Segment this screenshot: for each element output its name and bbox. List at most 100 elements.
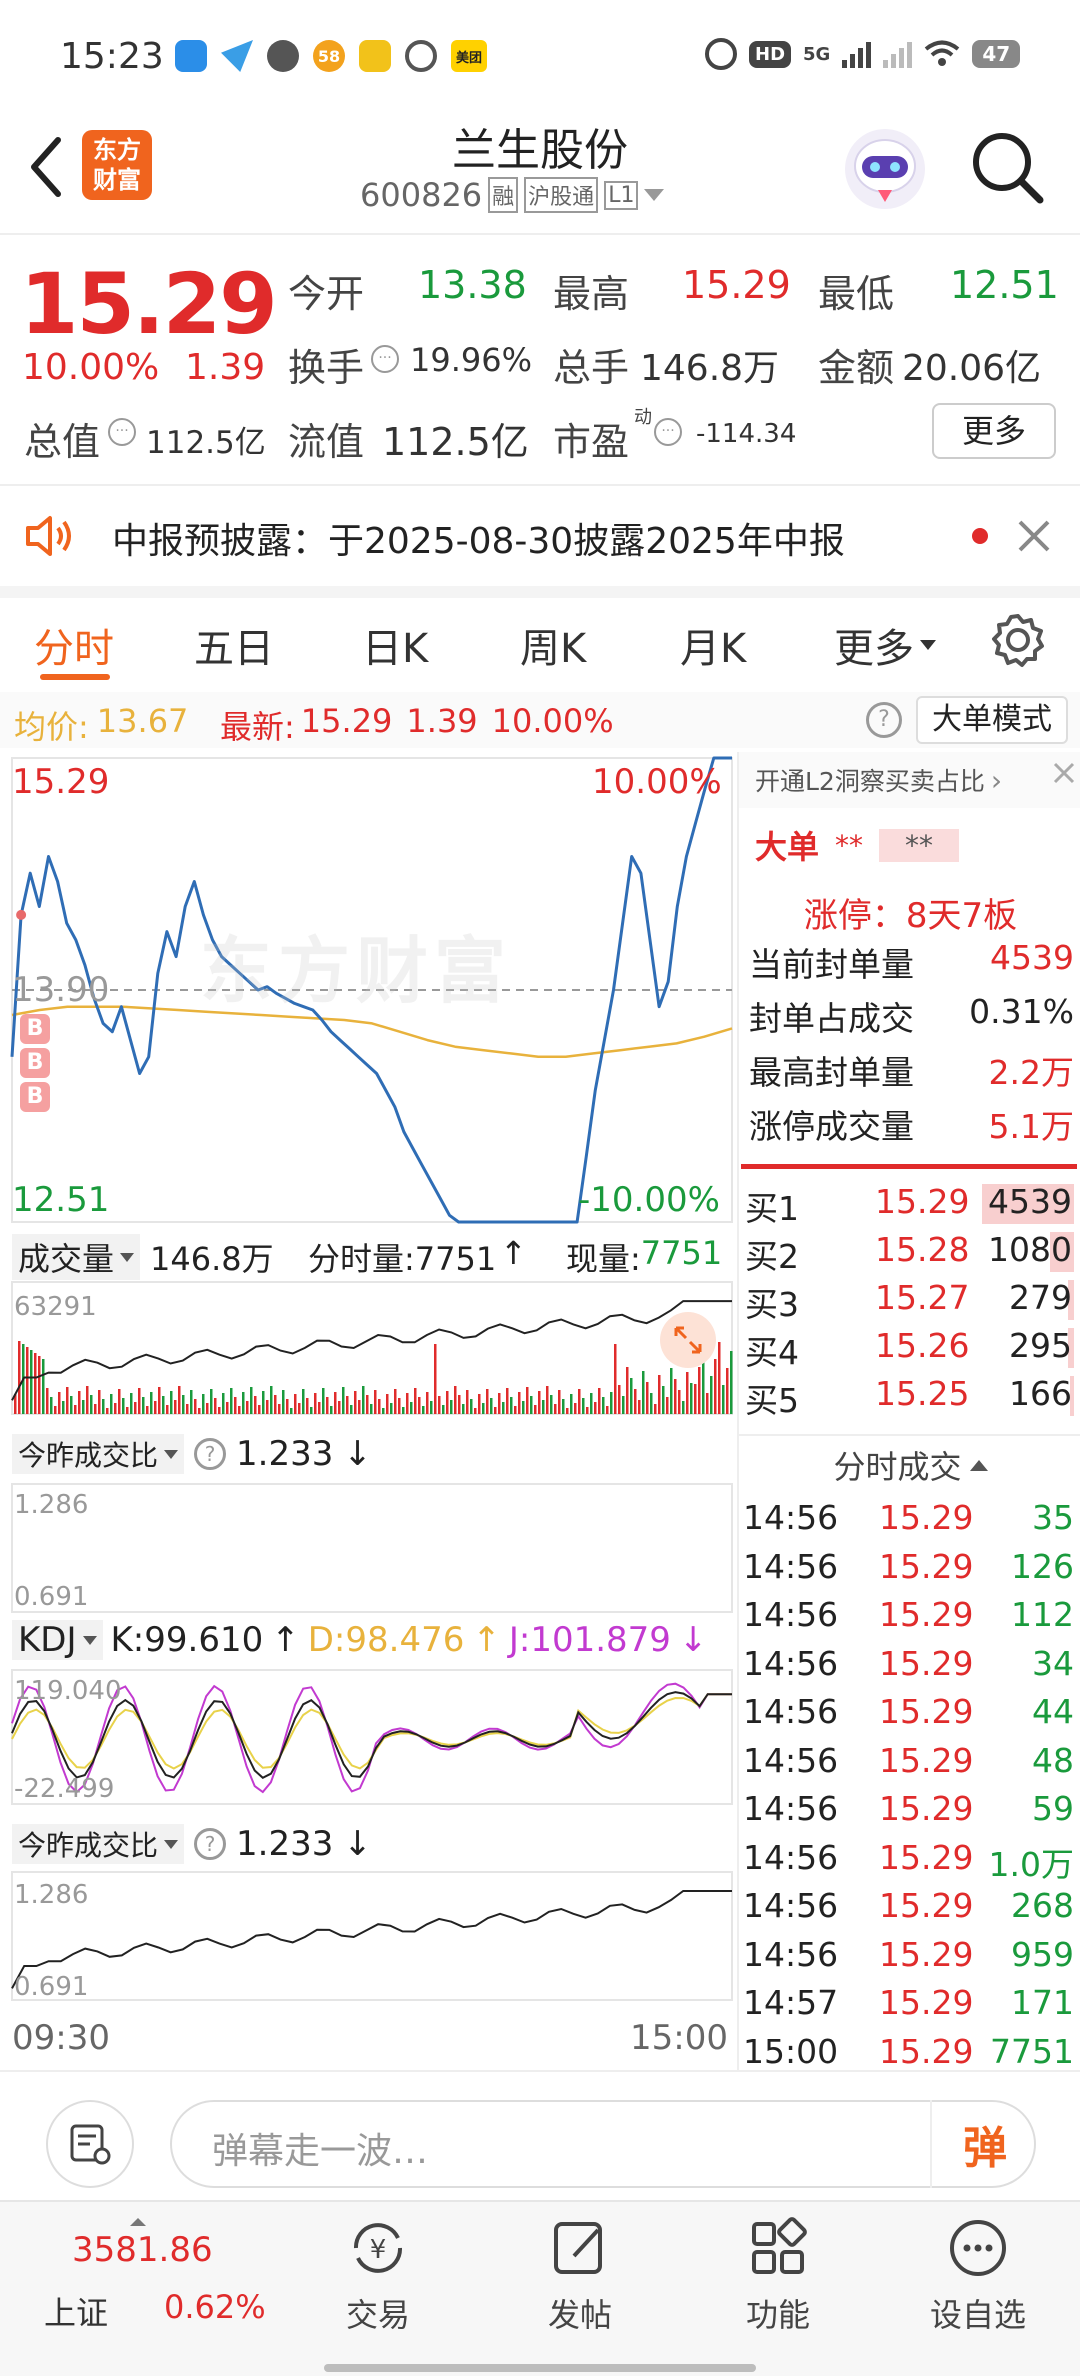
trade-row: 14:56 15.29 1.0万 <box>739 1836 1080 1885</box>
ratio-bottom-label: 0.691 <box>14 1582 89 1612</box>
danmu-settings-icon[interactable] <box>46 2100 134 2188</box>
info-circle-icon[interactable]: ··· <box>654 418 682 446</box>
open-value: 13.38 <box>418 263 527 307</box>
trades-title[interactable]: 分时成交 <box>739 1442 1080 1488</box>
big-order-mode-button[interactable]: 大单模式 <box>916 696 1068 744</box>
battery-icon: 47 <box>972 40 1021 68</box>
trade-price: 15.29 <box>879 1837 974 1877</box>
help-icon[interactable]: ? <box>194 1438 227 1470</box>
tab-intraday[interactable]: 分时 <box>34 616 114 674</box>
bid-price: 15.27 <box>875 1278 970 1317</box>
trade-price: 15.29 <box>879 1692 974 1731</box>
notice-text: 中报预披露：于2025-08-30披露2025年中报 <box>112 521 845 562</box>
volume-bar <box>346 1396 349 1414</box>
volume-bar <box>430 1401 433 1414</box>
seal-row-value: 5.1万 <box>988 1107 1074 1146</box>
pct-top-label: 10.00% <box>592 762 722 802</box>
kdj-selector[interactable]: KDJ <box>12 1620 103 1660</box>
ratio2-selector[interactable]: 今昨成交比 <box>12 1824 185 1864</box>
volume-bar <box>270 1386 273 1414</box>
ratio-selector[interactable]: 今昨成交比 <box>12 1434 185 1474</box>
tag-l1: L1 <box>604 180 639 210</box>
help-icon[interactable]: ? <box>866 702 902 738</box>
danmu-input[interactable]: 弹幕走一波… 弹 <box>170 2100 1036 2188</box>
tab-month-k[interactable]: 月K <box>680 616 746 674</box>
trade-price: 15.29 <box>879 2031 974 2071</box>
volume-bar <box>358 1400 361 1414</box>
volume-selector[interactable]: 成交量 <box>12 1234 141 1280</box>
expand-icon[interactable] <box>660 1312 716 1368</box>
volume-bar <box>66 1387 69 1414</box>
search-icon[interactable] <box>968 128 1048 208</box>
chevron-right-icon: › <box>990 763 1003 797</box>
volume-bar <box>374 1390 377 1414</box>
nav-watchlist[interactable]: 设自选 <box>918 2216 1038 2356</box>
help-icon[interactable]: ? <box>194 1828 227 1860</box>
nav-post[interactable]: 发帖 <box>520 2216 640 2356</box>
volume-bar <box>310 1407 313 1414</box>
trade-row: 14:56 15.29 959 <box>739 1933 1080 1982</box>
volume-bar <box>498 1393 501 1414</box>
tab-five-day[interactable]: 五日 <box>194 616 274 674</box>
cloud-app-icon <box>175 40 207 72</box>
bid-label: 买4 <box>745 1333 799 1372</box>
danmu-send-button[interactable]: 弹 <box>930 2100 1038 2188</box>
tab-more[interactable]: 更多 <box>834 616 936 674</box>
l2-link[interactable]: 开通L2洞察买卖占比 › <box>739 752 1080 808</box>
arrow-down-icon: ↓ <box>343 1434 372 1474</box>
volume-bar <box>658 1375 661 1414</box>
more-button[interactable]: 更多 <box>932 403 1056 459</box>
ratio2-top-label: 1.286 <box>14 1880 89 1910</box>
chevron-down-icon <box>920 640 936 650</box>
volume-label: 总手 <box>553 346 630 390</box>
nav-functions[interactable]: 功能 <box>718 2216 838 2356</box>
info-circle-icon[interactable]: ··· <box>371 345 399 373</box>
nav-trade[interactable]: ¥ 交易 <box>318 2216 438 2356</box>
tab-day-k[interactable]: 日K <box>362 616 428 674</box>
volume-bar <box>626 1367 629 1414</box>
info-circle-icon[interactable]: ··· <box>108 418 136 446</box>
amount-value: 20.06亿 <box>902 348 1042 389</box>
volume-bar <box>410 1402 413 1414</box>
turnover-label: 换手 <box>288 346 365 390</box>
close-icon[interactable] <box>1051 760 1077 786</box>
kdj-header: KDJ K:99.610 ↑ D:98.476 ↑ J:101.879 ↓ <box>12 1620 707 1660</box>
volume-bar <box>226 1402 229 1414</box>
volume-value: 146.8万 <box>640 348 780 389</box>
seal-row-label: 封单占成交 <box>749 999 914 1038</box>
close-icon[interactable] <box>1016 518 1052 554</box>
volume-bar <box>618 1385 621 1414</box>
trade-time: 15:00 <box>743 2031 839 2071</box>
bid-book: 买1 15.29 4539 买2 15.28 1080 买3 15.27 279… <box>739 1180 1080 1420</box>
robot-assistant-icon[interactable] <box>840 124 930 214</box>
price-top-label: 15.29 <box>12 762 110 802</box>
latest-pct: 10.00% <box>491 702 614 740</box>
volume-bar <box>214 1398 217 1414</box>
volume-bar <box>442 1405 445 1414</box>
triangle-up-icon <box>969 1459 988 1471</box>
price-bottom-label: 12.51 <box>12 1180 110 1220</box>
volume-bar <box>62 1401 65 1414</box>
gear-icon[interactable] <box>990 612 1046 668</box>
trade-time: 14:56 <box>743 1837 839 1877</box>
edit-icon <box>554 2222 602 2274</box>
volume-bar <box>322 1388 325 1414</box>
volume-bar <box>586 1407 589 1414</box>
tab-week-k[interactable]: 周K <box>520 616 586 674</box>
chevron-down-icon <box>164 1449 179 1459</box>
volume-bar <box>338 1401 341 1414</box>
index-ticker[interactable]: 3581.86 上证 0.62% <box>30 2218 290 2332</box>
volume-bar <box>434 1344 437 1414</box>
kdj-d-value: D:98.476 <box>307 1620 465 1660</box>
trade-time: 14:56 <box>743 1498 839 1537</box>
volume-bar <box>390 1403 393 1414</box>
svg-text:¥: ¥ <box>370 2235 387 2265</box>
volume-bar <box>250 1387 253 1414</box>
volume-bar <box>102 1399 105 1414</box>
chart-area[interactable]: 15.29 10.00% 13.90 12.51 -10.00% 东方财富 B … <box>0 752 735 2070</box>
notice-bar[interactable]: 中报预披露：于2025-08-30披露2025年中报 <box>0 486 1080 586</box>
stock-code-line[interactable]: 600826 融 沪股通 L1 <box>360 176 665 214</box>
volume-bar <box>218 1407 221 1414</box>
volume-bar <box>246 1401 249 1414</box>
trade-price: 15.29 <box>879 1934 974 1974</box>
